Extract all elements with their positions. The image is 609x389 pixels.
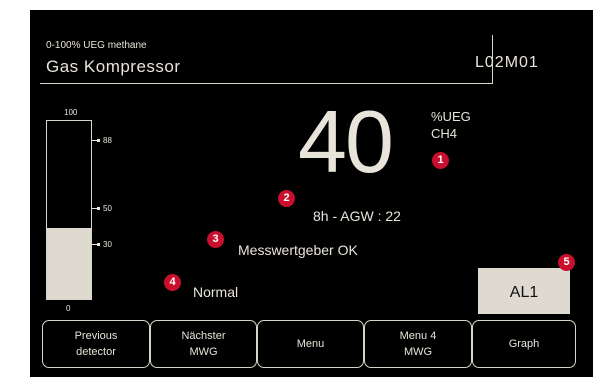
gas-unit: %UEG CH4 xyxy=(431,108,471,142)
marker-badge-3: 3 xyxy=(207,231,224,248)
menu-button[interactable]: Menu xyxy=(257,320,364,368)
detector-id: L02M01 xyxy=(475,54,539,71)
bargraph-min-label: 0 xyxy=(66,304,71,313)
graph-button[interactable]: Graph xyxy=(472,320,576,368)
softkey-bar: Previous detector Nächster MWG Menu Menu… xyxy=(42,320,576,368)
detector-title: Gas Kompressor xyxy=(46,57,181,76)
operating-state: Normal xyxy=(193,284,239,300)
bargraph-tick-threshold: 50 xyxy=(92,204,122,214)
agw-value: 8h - AGW : 22 xyxy=(313,208,401,224)
measurement-range-label: 0-100% UEG methane xyxy=(46,40,147,51)
bargraph-tick-threshold: 88 xyxy=(92,136,122,146)
gas-type-label: CH4 xyxy=(431,126,458,141)
marker-badge-4: 4 xyxy=(164,274,181,291)
unit-label: %UEG xyxy=(431,109,471,124)
tick-label: 88 xyxy=(103,136,112,146)
detector-display: 0-100% UEG methane Gas Kompressor L02M01… xyxy=(30,10,593,377)
previous-detector-button[interactable]: Previous detector xyxy=(42,320,150,368)
tick-dot xyxy=(97,139,100,143)
bargraph xyxy=(46,120,92,300)
transmitter-status: Messwertgeber OK xyxy=(238,242,358,258)
bargraph-tick-threshold: 30 xyxy=(92,240,122,250)
menu-4-mwg-button[interactable]: Menu 4 MWG xyxy=(364,320,472,368)
tick-label: 30 xyxy=(103,239,112,249)
tick-label: 50 xyxy=(103,204,112,213)
bargraph-fill xyxy=(47,227,91,299)
tick-dot xyxy=(97,207,100,210)
next-mwg-button[interactable]: Nächster MWG xyxy=(150,320,257,368)
tick-dot xyxy=(97,242,100,246)
title-box: 0-100% UEG methane Gas Kompressor xyxy=(40,35,493,84)
marker-badge-1: 1 xyxy=(432,152,449,169)
marker-badge-2: 2 xyxy=(278,190,295,207)
marker-badge-5: 5 xyxy=(558,254,575,271)
bargraph-max-label: 100 xyxy=(64,108,78,117)
gas-concentration-value: 40 xyxy=(298,92,394,191)
alarm-indicator[interactable]: AL1 xyxy=(478,268,570,314)
